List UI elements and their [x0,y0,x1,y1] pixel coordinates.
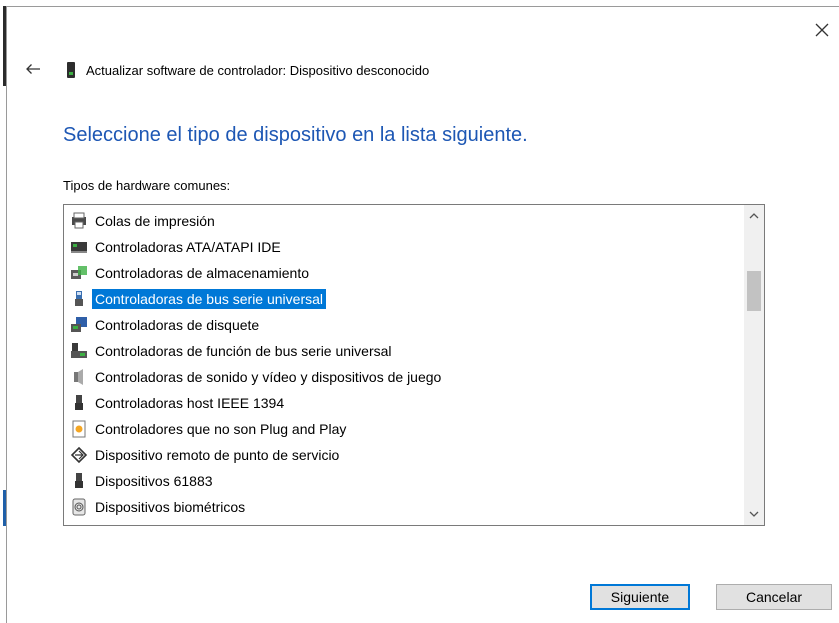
dialog-title: Actualizar software de controlador: Disp… [86,62,430,78]
dialog-border-left [6,6,7,623]
list-item-label: Controladores que no son Plug and Play [95,421,347,437]
chevron-down-icon [749,511,759,517]
pos-device-icon [70,446,92,464]
storage-controller-icon [70,264,92,282]
fingerprint-icon [70,498,92,516]
close-icon [815,23,829,37]
scroll-up-button[interactable] [744,207,764,225]
floppy-controller-icon [70,316,92,334]
list-item-label: Controladoras de función de bus serie un… [95,343,392,359]
usb-icon [70,290,92,308]
scroll-down-button[interactable] [744,505,764,523]
back-arrow-icon [26,64,40,74]
ide-controller-icon [70,238,92,256]
usb-function-icon [70,342,92,360]
list-item[interactable]: Controladoras de sonido y vídeo y dispos… [70,364,444,390]
list-item-label: Controladoras de almacenamiento [95,265,310,281]
list-item[interactable]: Controladoras de disquete [70,312,444,338]
list-item-label: Controladoras de disquete [95,317,260,333]
list-item[interactable]: Dispositivo remoto de punto de servicio [70,442,444,468]
speaker-icon [70,368,92,386]
list-item-label: Dispositivos biométricos [95,499,246,515]
device-icon [67,62,75,78]
list-item-label: Colas de impresión [95,213,215,229]
vertical-scrollbar[interactable] [744,205,764,525]
chevron-up-icon [749,213,759,219]
list-item-label: Controladoras de sonido y vídeo y dispos… [95,369,442,385]
list-item[interactable]: Dispositivos biométricos [70,494,444,520]
list-item-label: Dispositivo remoto de punto de servicio [95,447,340,463]
hardware-type-list[interactable]: Colas de impresión Controladoras ATA/ATAP… [63,204,765,526]
printer-icon [70,212,92,230]
list-item[interactable]: Controladores que no son Plug and Play [70,416,444,442]
list-item[interactable]: Controladoras de función de bus serie un… [70,338,444,364]
list-item-label: Controladoras de bus serie universal [92,289,327,309]
list-item[interactable]: Controladoras ATA/ATAPI IDE [70,234,444,260]
list-item[interactable]: Controladoras de bus serie universal [70,286,444,312]
list-items-container: Colas de impresión Controladoras ATA/ATAP… [70,208,444,525]
page-heading: Seleccione el tipo de dispositivo en la … [63,124,528,146]
list-label: Tipos de hardware comunes: [63,178,231,193]
list-item[interactable]: Dispositivos de interfaz humana (HID) [70,520,444,525]
next-button[interactable]: Siguiente [590,584,690,610]
list-item[interactable]: Dispositivos 61883 [70,468,444,494]
device-61883-icon [70,472,92,490]
close-button[interactable] [810,18,834,42]
scroll-thumb[interactable] [747,271,761,311]
list-item-label: Controladoras ATA/ATAPI IDE [95,239,281,255]
dialog-title-row: Actualizar software de controlador: Disp… [66,60,429,80]
list-item-label: Dispositivos 61883 [95,473,213,489]
list-item-label: Dispositivos de interfaz humana (HID) [92,523,334,525]
hid-icon [70,524,92,525]
list-item[interactable]: Controladoras host IEEE 1394 [70,390,444,416]
cancel-button[interactable]: Cancelar [716,584,832,610]
list-item-label: Controladoras host IEEE 1394 [95,395,285,411]
list-item[interactable]: Controladoras de almacenamiento [70,260,444,286]
list-item[interactable]: Colas de impresión [70,208,444,234]
dialog-border-top [6,6,839,7]
firewire-icon [70,394,92,412]
back-button[interactable] [22,58,44,80]
non-pnp-icon [70,420,92,438]
